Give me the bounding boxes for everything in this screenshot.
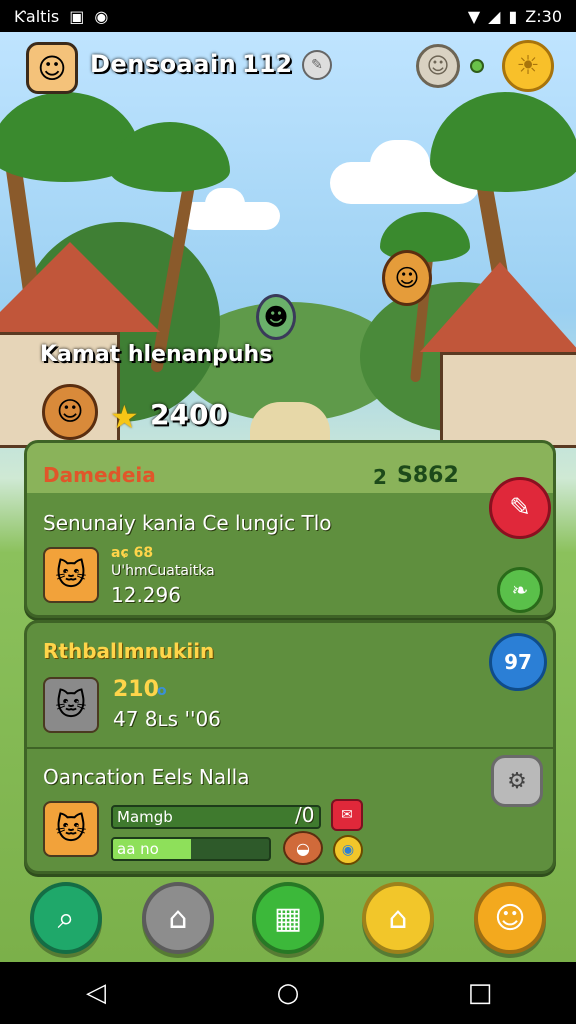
top-hud: ☺ Densoaain 112 ✎ ☺ ☀ — [24, 38, 556, 98]
back-icon[interactable]: ◁ — [66, 978, 126, 1008]
gray-cat-pet-icon[interactable]: 🐱 — [43, 677, 99, 733]
store-icon[interactable]: ⌂ — [142, 882, 214, 954]
house-wall — [440, 352, 576, 448]
robot-settings-icon[interactable]: ⚙ — [491, 755, 543, 807]
npc-character-frog[interactable]: ☻ — [256, 294, 296, 340]
progress-bar-1: Mamgb — [111, 805, 321, 829]
cat-pet-icon[interactable]: 🐱 — [43, 547, 99, 603]
progress-label-1: Mamgb — [117, 808, 173, 826]
currency-amount: S862 — [397, 463, 459, 488]
chat-bubble-icon[interactable]: ✎ — [302, 50, 332, 80]
record-icon: ◉ — [94, 6, 109, 26]
signal-icon: ◢ — [488, 6, 501, 26]
house-roof — [0, 242, 160, 332]
android-nav-bar: ◁ ○ □ — [0, 962, 576, 1024]
image-icon: ▣ — [69, 6, 85, 26]
online-status-dot — [470, 59, 484, 73]
panel-subtitle: Senunaiy kania Ce lungic Tlo — [43, 511, 332, 535]
player-level: 112 — [242, 50, 293, 78]
sticker-icon[interactable]: ✉ — [331, 799, 363, 831]
star-count: 2400 — [150, 398, 228, 431]
recents-icon[interactable]: □ — [450, 978, 510, 1008]
player-name: Densoaain — [90, 50, 237, 78]
orange-cat-pet-icon[interactable]: 🐱 — [43, 801, 99, 857]
quest-panel: Damedeia 2 S862 Senunaiy kania Ce lungic… — [24, 440, 556, 618]
leaf-icon[interactable]: ❧ — [497, 567, 543, 613]
progress-bar-2: aa no — [111, 837, 271, 861]
home-icon[interactable]: ⌂ — [362, 882, 434, 954]
progress-label-2: aa no — [117, 840, 159, 858]
pet-value: 12.296 — [111, 583, 181, 607]
palm-leaves — [430, 92, 576, 192]
player-avatar-icon[interactable]: ☺ — [26, 42, 78, 94]
currency-prefix: 2 — [373, 465, 387, 489]
cloud — [205, 188, 245, 220]
pet2-stat-bottom: 47 8ʟs ''06 — [113, 707, 221, 731]
divider — [27, 747, 553, 749]
location-label: Kamat hlenanpuhs — [40, 342, 273, 367]
panel3-title: Oancation Eels Nalla — [43, 765, 250, 789]
npc-character-hat[interactable]: ☺ — [382, 250, 432, 306]
status-time: Z:30 — [525, 6, 562, 26]
friend-face-icon[interactable]: ☺ — [416, 44, 460, 88]
bowl-icon[interactable]: ◒ — [283, 831, 323, 865]
bottom-nav: ⌕ ⌂ ▦ ⌂ ☺ — [0, 876, 576, 962]
mirror-icon[interactable]: ◉ — [333, 835, 363, 865]
sun-icon[interactable]: ☀ — [502, 40, 554, 92]
level-badge-button[interactable]: 97 — [489, 633, 547, 691]
home-circle-icon[interactable]: ○ — [258, 978, 318, 1008]
wifi-icon: ▼ — [467, 6, 481, 26]
progress-end-1: /0 — [295, 803, 315, 827]
status-bar: Ƙaltis ▣ ◉ ▼ ◢ ▮ Z:30 — [0, 0, 576, 32]
panel2-title: Rthballmnukiin — [43, 639, 215, 663]
panel-title: Damedeia — [43, 463, 156, 487]
pet2-stat-top: 210 — [113, 677, 159, 702]
pet-stat-b: U'hmCuataitka — [111, 563, 215, 579]
pet2-stat-top-suffix: o — [157, 683, 167, 699]
character-portrait-icon[interactable]: ☺ — [42, 384, 98, 440]
cloud — [370, 140, 430, 190]
grid-icon[interactable]: ▦ — [252, 882, 324, 954]
magnifier-icon[interactable]: ⌕ — [30, 882, 102, 954]
pet-panel: Rthballmnukiin 🐱 210 o 47 8ʟs ''06 97 Oa… — [24, 620, 556, 874]
pet-stat-a: aɕ 68 — [111, 545, 154, 561]
house-roof — [420, 262, 576, 352]
pencil-edit-button[interactable]: ✎ — [489, 477, 551, 539]
star-icon: ★ — [110, 398, 139, 436]
status-left-text: Ƙaltis — [14, 6, 60, 26]
battery-icon: ▮ — [508, 6, 518, 26]
face-icon[interactable]: ☺ — [474, 882, 546, 954]
